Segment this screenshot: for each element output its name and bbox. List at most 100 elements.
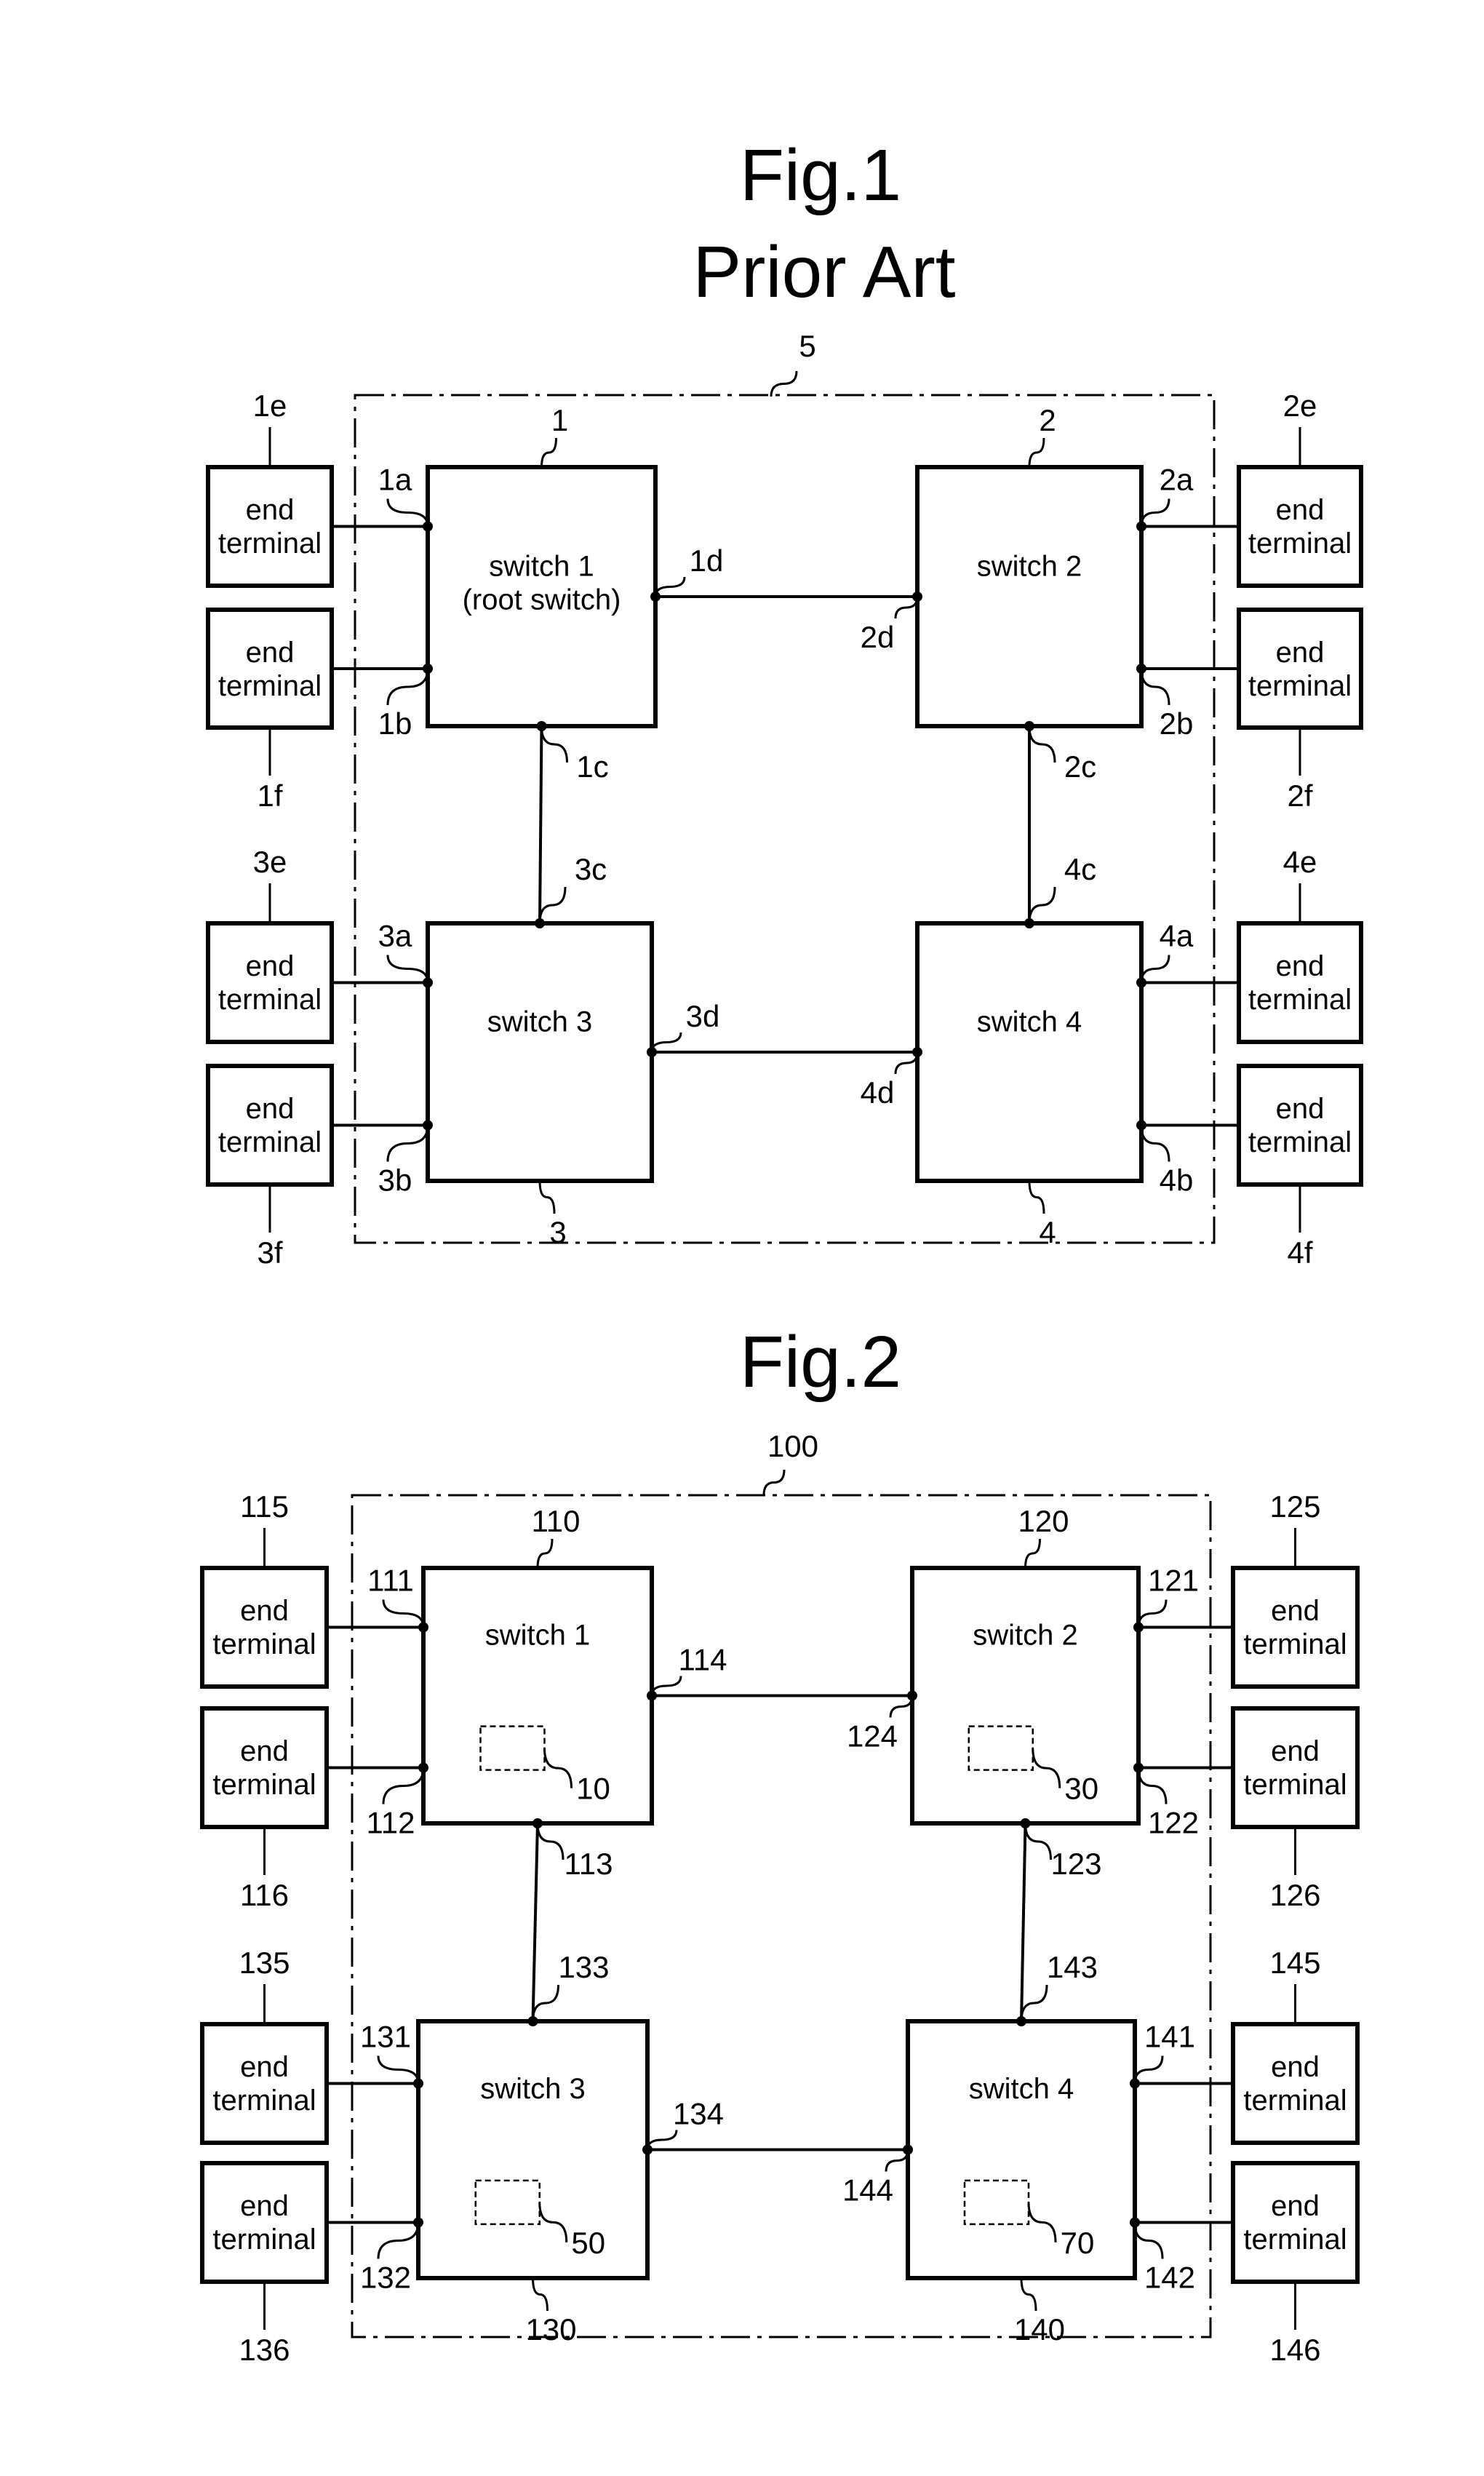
end-terminal-label: terminal	[1243, 2085, 1347, 2117]
port-ref-leader	[1140, 668, 1170, 706]
port-ref-label: 1c	[576, 749, 608, 784]
end-terminal-ref-label: 116	[240, 1878, 289, 1912]
switch-ref-leader	[1020, 2277, 1037, 2312]
port-ref-label: 133	[558, 1950, 609, 1984]
switch-ref-leader	[536, 1538, 554, 1569]
port-ref-label: 113	[565, 1847, 613, 1881]
switch-ref-leader	[1024, 1538, 1041, 1569]
end-terminal: endterminal 115 111	[200, 1489, 428, 1689]
end-terminal-label: end	[1276, 950, 1325, 982]
end-terminal-label: terminal	[212, 1769, 316, 1801]
switch-3: switch 33endterminal3e3aendterminal3f3b3…	[206, 845, 720, 1270]
end-terminal-label: terminal	[1248, 528, 1352, 560]
end-terminal-label: end	[1271, 1595, 1320, 1627]
port-ref-leader	[386, 955, 429, 983]
end-terminal-label: terminal	[218, 984, 322, 1016]
end-terminal-ref-label: 135	[239, 1946, 290, 1980]
link-switch1-switch3	[531, 1823, 539, 2022]
end-terminal-box	[1237, 1064, 1363, 1187]
port-ref-label: 4b	[1160, 1163, 1194, 1198]
end-terminal-ref-label: 3e	[253, 845, 287, 879]
port-ref-leader	[646, 2130, 678, 2150]
port-ref-leader	[1137, 1767, 1168, 1804]
port-ref-leader	[1133, 2055, 1164, 2084]
end-terminal-label: end	[240, 2051, 289, 2083]
end-terminal-label: end	[1276, 494, 1325, 526]
end-terminal-box	[200, 2161, 329, 2284]
switch-ref-label: 4	[1039, 1215, 1056, 1249]
end-terminal: endterminal 1e 1a	[206, 389, 433, 588]
port-ref-leader	[540, 725, 568, 763]
end-terminal-ref-label: 126	[1269, 1878, 1320, 1912]
network-ref-leader	[770, 370, 798, 397]
end-terminal-label: terminal	[1248, 670, 1352, 702]
end-terminal-label: end	[246, 950, 295, 982]
switch-ref-leader	[540, 437, 557, 468]
end-terminal-ref-label: 4f	[1287, 1235, 1312, 1270]
port-ref-label: 1b	[378, 706, 412, 741]
port-ref-leader	[386, 668, 429, 706]
switch-label: switch 1	[489, 551, 594, 583]
fig2-title: Fig.2	[740, 1321, 901, 1403]
port-ref-leader	[654, 576, 686, 597]
switch-ref-label: 2	[1039, 403, 1056, 437]
port-ref-label: 2c	[1064, 749, 1096, 784]
port-ref-leader	[1137, 1599, 1168, 1628]
port-ref-label: 121	[1148, 1564, 1199, 1598]
end-terminal-label: terminal	[218, 528, 322, 560]
port-ref-leader	[1020, 1984, 1048, 2022]
port-ref-label: 134	[673, 2097, 724, 2131]
end-terminal-box	[206, 608, 334, 730]
switch-box	[416, 2019, 650, 2280]
port-ref-label: 2a	[1160, 463, 1194, 497]
patent-drawing: Fig.1 Prior Art 5switch 1(root switch)1e…	[200, 135, 1363, 2367]
switch-1: switch 111010endterminal115111endtermina…	[200, 1489, 727, 1912]
port-ref-leader	[377, 2222, 420, 2259]
port-ref-label: 3c	[575, 852, 607, 886]
end-terminal: endterminal 2e 2a	[1136, 389, 1363, 588]
port-ref-leader	[1024, 1823, 1052, 1860]
end-terminal-box	[200, 2022, 329, 2145]
end-terminal-box	[1237, 921, 1363, 1044]
port-ref-leader	[1140, 1125, 1170, 1162]
end-terminal: endterminal 126 122	[1133, 1706, 1360, 1912]
end-terminal-label: terminal	[218, 670, 322, 702]
switch-ref-label: 140	[1014, 2312, 1065, 2346]
switch-2: switch 212030endterminal125121endtermina…	[847, 1489, 1360, 1912]
end-terminal-ref-label: 2e	[1283, 389, 1317, 423]
switch-4: switch 44endterminal4e4aendterminal4f4b4…	[861, 845, 1363, 1270]
module-ref-label: 30	[1064, 1772, 1098, 1806]
end-terminal-ref-label: 145	[1269, 1946, 1320, 1980]
switch-ref-label: 120	[1018, 1504, 1069, 1538]
end-terminal-label: end	[1276, 637, 1325, 669]
end-terminal-box	[1231, 2022, 1360, 2145]
end-terminal-box	[200, 1706, 329, 1829]
port-ref-leader	[1133, 2222, 1164, 2259]
port-ref-label: 4d	[861, 1075, 895, 1110]
port-ref-leader	[650, 1676, 682, 1696]
port-ref-leader	[536, 1823, 565, 1860]
module-ref-label: 70	[1061, 2226, 1095, 2260]
port-ref-label: 144	[842, 2173, 893, 2208]
end-terminal-label: end	[1271, 1735, 1320, 1767]
port-ref-label: 3a	[378, 919, 412, 953]
switch-box	[915, 921, 1144, 1183]
end-terminal-label: terminal	[212, 2085, 316, 2117]
fig1-subtitle: Prior Art	[693, 231, 955, 313]
port-ref-label: 122	[1148, 1806, 1199, 1840]
port-ref-label: 112	[367, 1806, 415, 1840]
end-terminal-ref-label: 136	[239, 2333, 290, 2367]
end-terminal-box	[206, 1064, 334, 1187]
port-ref-label: 142	[1144, 2261, 1195, 2295]
port-ref-leader	[386, 498, 429, 527]
port-ref-label: 131	[360, 2020, 411, 2054]
port-ref-leader	[1140, 955, 1170, 983]
figure-2: Fig.2 100switch 111010endterminal115111e…	[200, 1321, 1360, 2367]
port-ref-label: 3d	[686, 999, 720, 1033]
link-switch2-switch4	[1020, 1823, 1027, 2022]
end-terminal: endterminal 4f 4b	[1136, 1064, 1363, 1270]
switch-label: switch 4	[977, 1006, 1082, 1038]
end-terminal-label: terminal	[218, 1126, 322, 1158]
switch-label: switch 2	[977, 551, 1082, 583]
end-terminal-ref-label: 146	[1269, 2333, 1320, 2367]
